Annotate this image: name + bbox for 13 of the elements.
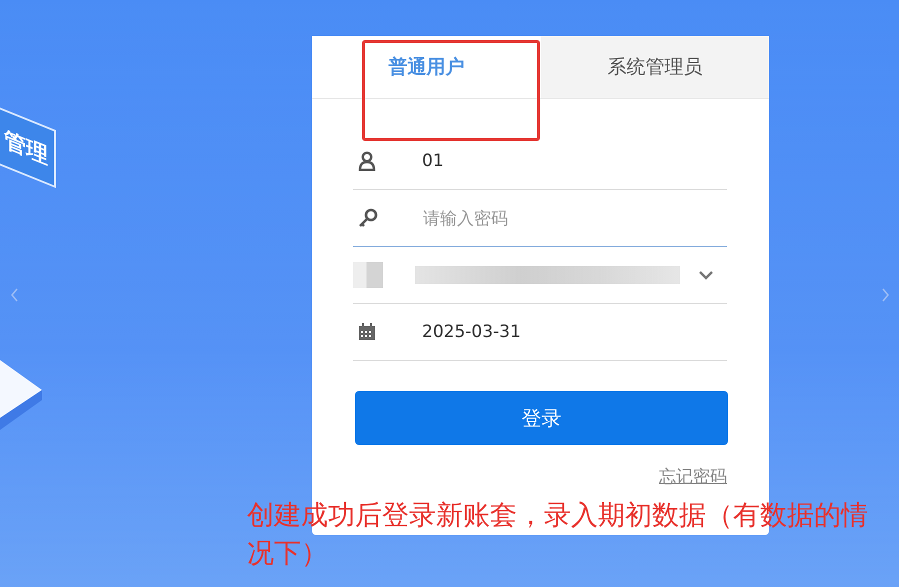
calendar-icon xyxy=(358,323,376,341)
key-icon xyxy=(358,208,378,228)
chevron-down-icon xyxy=(699,270,713,280)
login-button[interactable]: 登录 xyxy=(355,391,728,445)
chevron-right-icon[interactable] xyxy=(880,288,890,302)
input-field[interactable]: 2025-03-31 xyxy=(353,304,727,361)
chevron-left-icon[interactable] xyxy=(10,288,20,302)
user-icon xyxy=(358,151,376,171)
blurred-icon xyxy=(353,262,383,288)
forgot-password-link[interactable]: 忘记密码 xyxy=(659,465,727,488)
input-field[interactable]: 01 xyxy=(353,133,727,190)
tab[interactable]: 系统管理员 xyxy=(540,36,769,98)
input-field[interactable]: 请输入密码 xyxy=(353,190,727,247)
